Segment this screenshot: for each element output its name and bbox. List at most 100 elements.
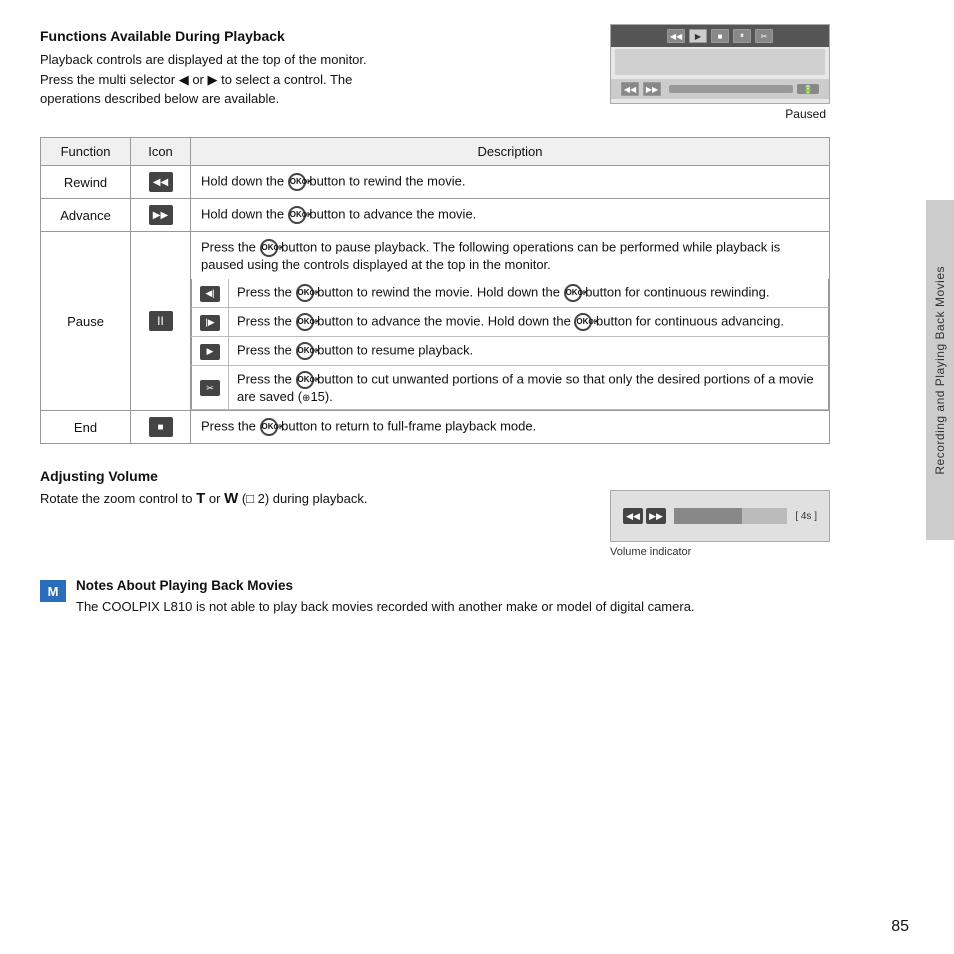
functions-table: Function Icon Description Rewind ◀◀ Hold… [40,137,830,444]
sub-icon-play: ▶ [192,337,229,366]
sub-icon-trim: ✂ [192,366,229,410]
end-icon-box: ■ [149,417,173,437]
main-content: Functions Available During Playback Play… [0,0,870,637]
intro-line1: Playback controls are displayed at the t… [40,52,367,67]
ok-icon: OK [260,418,278,436]
battery-icon: 🔋 [797,84,819,94]
volume-bar [674,508,787,524]
paused-label: Paused [610,107,830,121]
playback-image-area: ◀◀ ▶ ■ ⏸ ✂ ◀◀ ▶▶ 🔋 Paused [610,24,830,121]
ok-icon: OK [296,371,314,389]
table-header-row: Function Icon Description [41,138,830,166]
progress-bar [669,85,793,93]
vol-controls: ◀◀ ▶▶ [623,508,666,524]
table-row: |▶ Press the OK button to advance the mo… [192,308,829,337]
volume-row: Rotate the zoom control to T or W (□ 2) … [40,490,830,558]
sub-desc-rewind-frame: Press the OK button to rewind the movie.… [229,279,829,308]
table-row: ✂ Press the OK button to cut unwanted po… [192,366,829,410]
note-content: Notes About Playing Back Movies The COOL… [76,578,695,617]
ok-icon: OK [288,173,306,191]
th-function: Function [41,138,131,166]
desc-pause: Press the OK button to pause playback. T… [191,232,830,411]
ok-icon: OK [296,313,314,331]
play-box: ▶ [200,344,220,360]
desc-end: Press the OK button to return to full-fr… [191,411,830,444]
volume-indicator-label: Volume indicator [610,546,830,558]
ctrl-play: ▶ [689,29,707,43]
note-text: The COOLPIX L810 is not able to play bac… [76,597,695,617]
ok-icon: OK [574,313,592,331]
func-pause: Pause [41,232,131,411]
desc-rewind: Hold down the OK button to rewind the mo… [191,166,830,199]
func-end: End [41,411,131,444]
functions-text: Functions Available During Playback Play… [40,28,590,121]
desc-advance: Hold down the OK button to advance the m… [191,199,830,232]
ok-icon: OK [296,284,314,302]
table-row: End ■ Press the OK button to return to f… [41,411,830,444]
pause-intro-text: Press the OK button to pause playback. T… [191,232,829,279]
vol-icon1: ◀◀ [623,508,643,524]
icon-advance: ▶▶ [131,199,191,232]
pause-sub-table: ◀| Press the OK button to rewind the mov… [191,279,829,410]
advance-icon-box: ▶▶ [149,205,173,225]
volume-section: Adjusting Volume Rotate the zoom control… [40,468,830,558]
ctrl-trim: ✂ [755,29,773,43]
ctrl-bottom-rewind: ◀◀ [621,82,639,96]
volume-fill [674,508,742,524]
ctrl-rewind: ◀◀ [667,29,685,43]
intro-line2: Press the multi selector ◀ or ▶ to selec… [40,72,352,87]
note-icon: M [40,580,66,602]
rewind-frame-box: ◀| [200,286,220,302]
sub-desc-play: Press the OK button to resume playback. [229,337,829,366]
playback-controls-img: ◀◀ ▶ ■ ⏸ ✂ ◀◀ ▶▶ 🔋 [610,24,830,104]
sub-desc-advance-frame: Press the OK button to advance the movie… [229,308,829,337]
ok-icon: OK [260,239,278,257]
volume-title: Adjusting Volume [40,468,830,484]
vol-time: [ 4s ] [795,511,817,522]
volume-indicator-img: ◀◀ ▶▶ [ 4s ] [610,490,830,542]
th-icon: Icon [131,138,191,166]
icon-rewind: ◀◀ [131,166,191,199]
table-row: Pause II Press the OK button to pause pl… [41,232,830,411]
T-letter: T [196,490,205,507]
ctrl-bar-top: ◀◀ ▶ ■ ⏸ ✂ [611,25,829,47]
ctrl-bottom-advance: ▶▶ [643,82,661,96]
ok-icon: OK [288,206,306,224]
volume-image-area: ◀◀ ▶▶ [ 4s ] Volume indicator [610,490,830,558]
vol-icon2: ▶▶ [646,508,666,524]
W-letter: W [224,490,238,507]
volume-text: Rotate the zoom control to T or W (□ 2) … [40,490,590,507]
trim-box: ✂ [200,380,220,396]
ctrl-pause: ⏸ [733,29,751,43]
table-row: ▶ Press the OK button to resume playback… [192,337,829,366]
notes-section: M Notes About Playing Back Movies The CO… [40,578,830,617]
side-tab: Recording and Playing Back Movies [926,200,954,540]
table-row: Rewind ◀◀ Hold down the OK button to rew… [41,166,830,199]
sub-desc-trim: Press the OK button to cut unwanted port… [229,366,829,410]
volume-desc: Rotate the zoom control to T or W (□ 2) … [40,490,590,507]
side-tab-text: Recording and Playing Back Movies [933,266,947,475]
pause-icon-box: II [149,311,173,331]
icon-pause: II [131,232,191,411]
sub-icon-rewind-frame: ◀| [192,279,229,308]
table-row: ◀| Press the OK button to rewind the mov… [192,279,829,308]
note-title: Notes About Playing Back Movies [76,578,695,593]
screen-gray [615,49,825,75]
icon-end: ■ [131,411,191,444]
ref-icon: ⊕ [302,393,310,404]
rewind-icon-box: ◀◀ [149,172,173,192]
functions-title: Functions Available During Playback [40,28,590,44]
func-rewind: Rewind [41,166,131,199]
intro-line3: operations described below are available… [40,91,279,106]
ctrl-stop: ■ [711,29,729,43]
top-section: Functions Available During Playback Play… [40,28,830,121]
sub-icon-advance-frame: |▶ [192,308,229,337]
table-row: Advance ▶▶ Hold down the OK button to ad… [41,199,830,232]
functions-intro: Playback controls are displayed at the t… [40,50,560,109]
page-number: 85 [891,918,909,936]
func-advance: Advance [41,199,131,232]
ok-icon: OK [564,284,582,302]
ctrl-bar-bottom: ◀◀ ▶▶ 🔋 [611,79,829,99]
th-description: Description [191,138,830,166]
advance-frame-box: |▶ [200,315,220,331]
